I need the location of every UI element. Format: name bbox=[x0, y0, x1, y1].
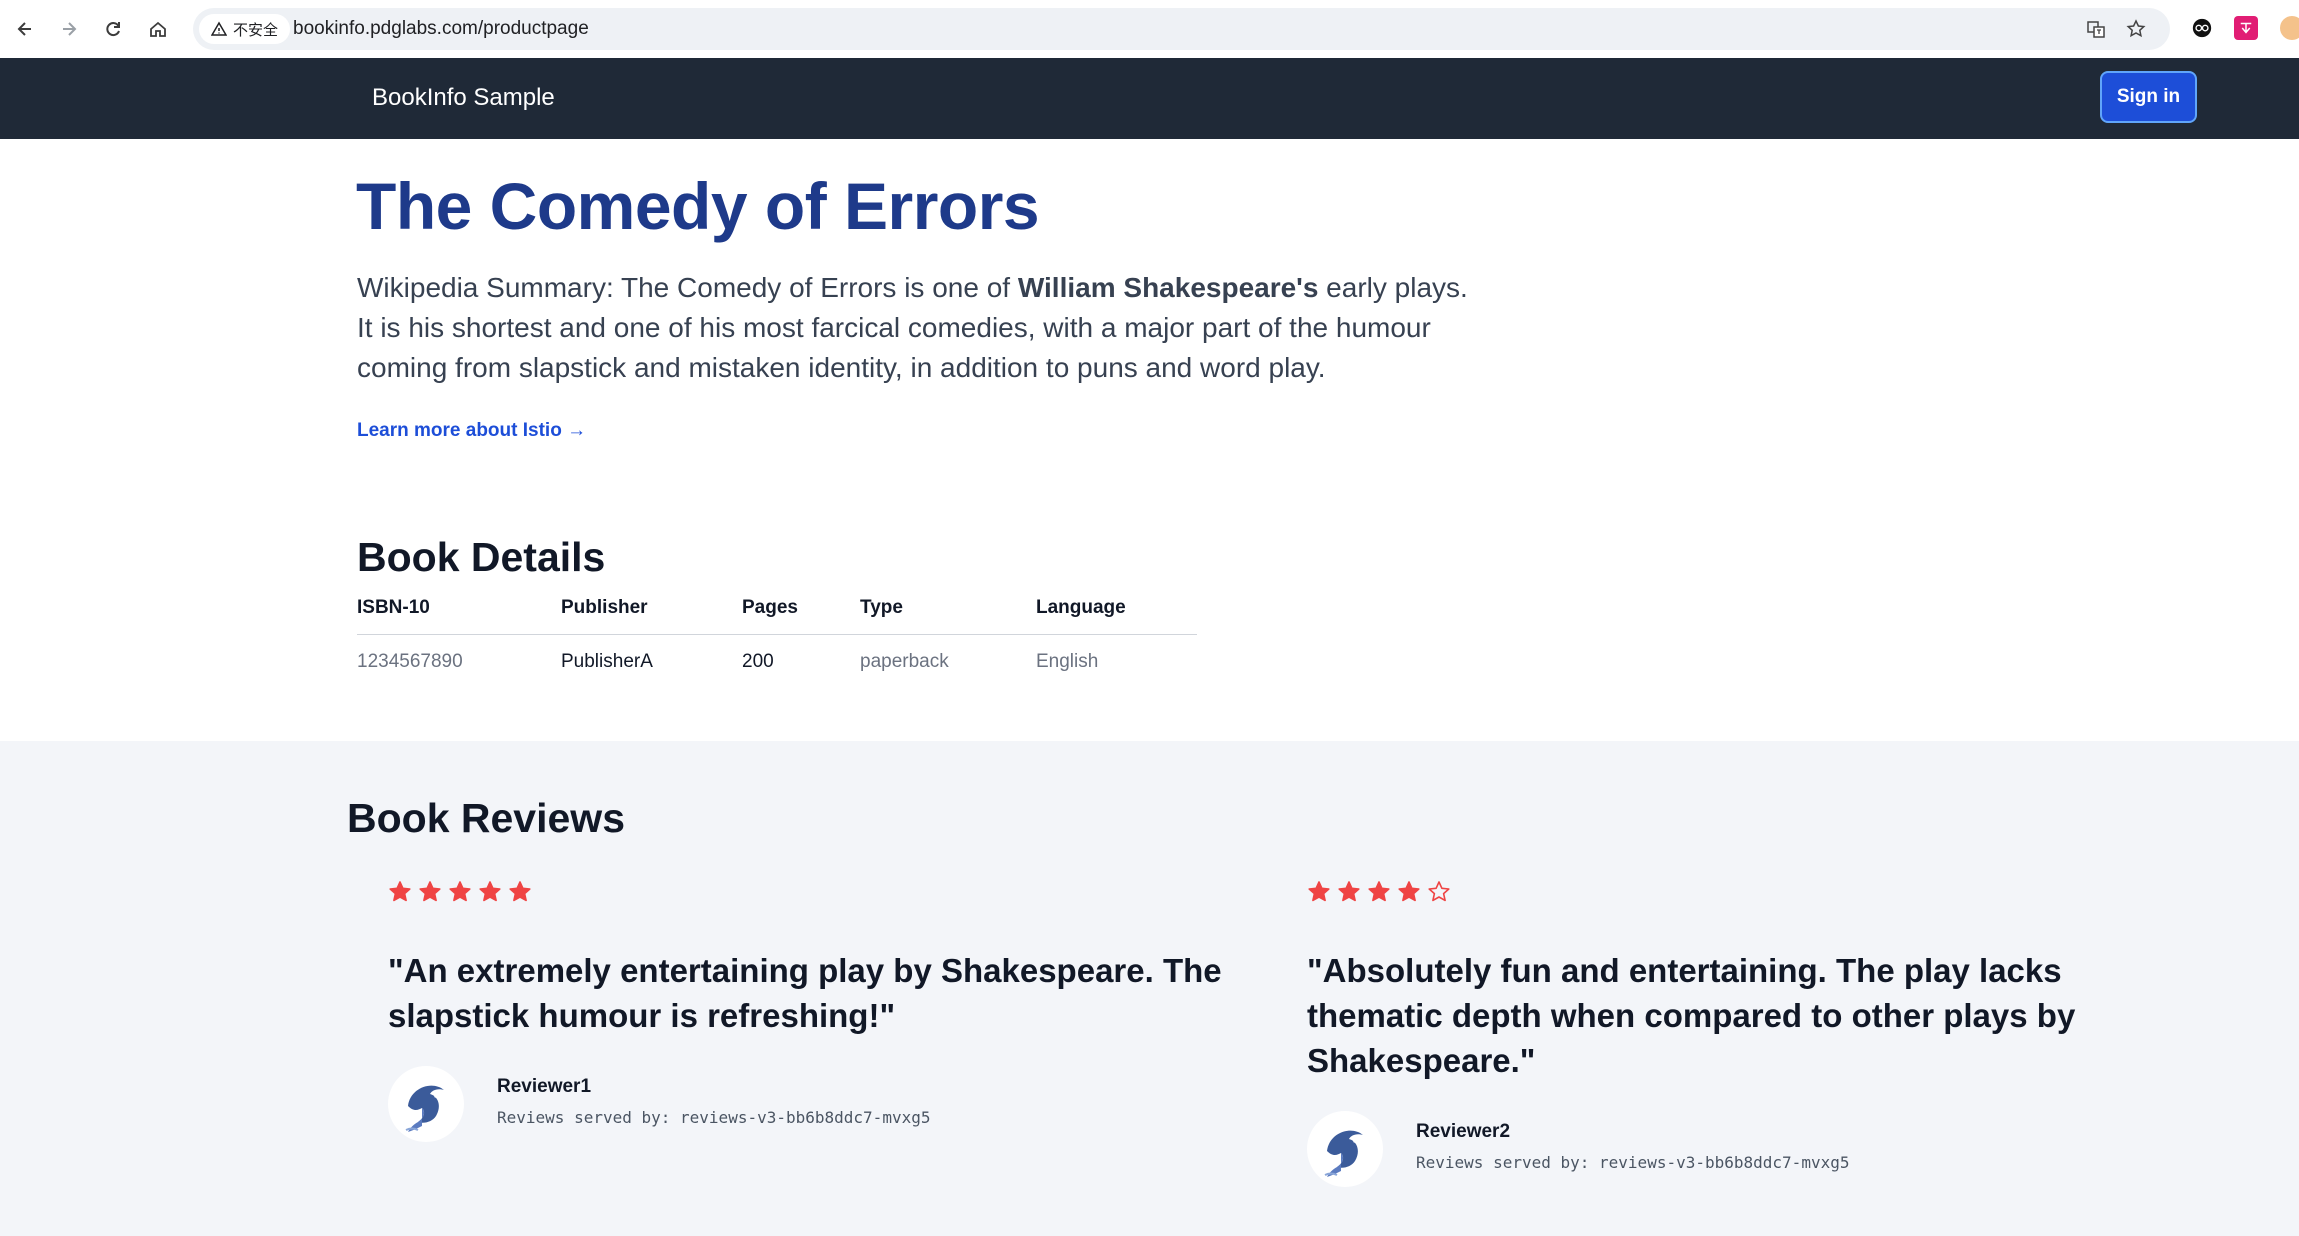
review-card: "Absolutely fun and entertaining. The pl… bbox=[1307, 880, 2167, 1191]
forward-icon[interactable] bbox=[54, 14, 84, 44]
browser-toolbar: 不安全 bookinfo.pdglabs.com/productpage bbox=[0, 0, 2299, 59]
sign-in-button[interactable]: Sign in bbox=[2100, 71, 2197, 123]
star-filled-icon bbox=[449, 881, 471, 902]
dolphin-icon bbox=[1324, 1130, 1363, 1177]
star-filled-icon bbox=[1338, 881, 1360, 902]
cell-language: English bbox=[1036, 651, 1099, 672]
extension-glasses-icon[interactable] bbox=[2190, 16, 2214, 40]
avatar bbox=[388, 1066, 464, 1142]
star-filled-icon bbox=[1308, 881, 1330, 902]
brand-title[interactable]: BookInfo Sample bbox=[372, 84, 555, 112]
table-row: 1234567890 PublisherA 200 paperback Engl… bbox=[357, 635, 1197, 674]
star-filled-icon bbox=[509, 881, 531, 902]
column-header-type: Type bbox=[860, 596, 1036, 635]
table-header-row: ISBN-10 Publisher Pages Type Language bbox=[357, 596, 1197, 635]
cell-publisher: PublisherA bbox=[561, 651, 653, 672]
book-details-table: ISBN-10 Publisher Pages Type Language 12… bbox=[357, 596, 1197, 673]
star-filled-icon bbox=[479, 881, 501, 902]
column-header-publisher: Publisher bbox=[561, 596, 742, 635]
cell-type: paperback bbox=[860, 651, 949, 672]
review-text: "An extremely entertaining play by Shake… bbox=[388, 952, 1222, 1034]
column-header-isbn: ISBN-10 bbox=[357, 596, 561, 635]
learn-more-link[interactable]: Learn more about Istio → bbox=[357, 420, 586, 442]
reviewer-name: Reviewer2 bbox=[1416, 1121, 1511, 1142]
page-title: The Comedy of Errors bbox=[356, 169, 1040, 243]
star-filled-icon bbox=[389, 881, 411, 902]
home-icon[interactable] bbox=[143, 14, 173, 44]
star-filled-icon bbox=[419, 881, 441, 902]
reviewer-info: Reviewer1 Reviews served by: reviews-v3-… bbox=[388, 1066, 1248, 1146]
dolphin-icon bbox=[405, 1085, 444, 1132]
address-bar[interactable]: 不安全 bookinfo.pdglabs.com/productpage bbox=[193, 8, 2170, 50]
url-text[interactable]: bookinfo.pdglabs.com/productpage bbox=[293, 18, 589, 40]
star-rating bbox=[388, 880, 1248, 904]
security-chip[interactable]: 不安全 bbox=[199, 14, 291, 44]
reviews-section: Book Reviews "An extremely entertaining … bbox=[0, 741, 2299, 1236]
star-filled-icon bbox=[1398, 881, 1420, 902]
back-icon[interactable] bbox=[10, 14, 40, 44]
reviewer-name: Reviewer1 bbox=[497, 1076, 592, 1097]
review-card: "An extremely entertaining play by Shake… bbox=[388, 880, 1248, 1146]
book-details-heading: Book Details bbox=[357, 534, 606, 580]
bookmark-star-icon[interactable] bbox=[2124, 17, 2148, 41]
star-rating bbox=[1307, 880, 2167, 904]
served-by-text: Reviews served by: reviews-v3-bb6b8ddc7-… bbox=[1416, 1153, 1850, 1172]
warning-icon bbox=[211, 21, 227, 36]
avatar bbox=[1307, 1111, 1383, 1187]
reviewer-info: Reviewer2 Reviews served by: reviews-v3-… bbox=[1307, 1111, 2167, 1191]
translate-icon[interactable] bbox=[2084, 17, 2108, 41]
site-navbar: BookInfo Sample Sign in bbox=[0, 58, 2299, 139]
summary-prefix: Wikipedia Summary: The Comedy of Errors … bbox=[357, 272, 1018, 303]
star-empty-icon bbox=[1428, 881, 1450, 902]
column-header-language: Language bbox=[1036, 596, 1197, 635]
column-header-pages: Pages bbox=[742, 596, 860, 635]
review-text: "Absolutely fun and entertaining. The pl… bbox=[1307, 952, 2076, 1079]
profile-avatar-icon[interactable] bbox=[2280, 16, 2299, 40]
security-label: 不安全 bbox=[233, 21, 279, 39]
served-by-text: Reviews served by: reviews-v3-bb6b8ddc7-… bbox=[497, 1108, 931, 1127]
star-filled-icon bbox=[1368, 881, 1390, 902]
cell-isbn: 1234567890 bbox=[357, 651, 463, 672]
summary-author: William Shakespeare's bbox=[1017, 272, 1319, 303]
book-reviews-heading: Book Reviews bbox=[347, 795, 625, 841]
cell-pages: 200 bbox=[742, 651, 774, 672]
extension-pink-icon[interactable] bbox=[2234, 16, 2258, 40]
wikipedia-summary: Wikipedia Summary: The Comedy of Errors … bbox=[357, 268, 1477, 388]
reload-icon[interactable] bbox=[98, 14, 128, 44]
